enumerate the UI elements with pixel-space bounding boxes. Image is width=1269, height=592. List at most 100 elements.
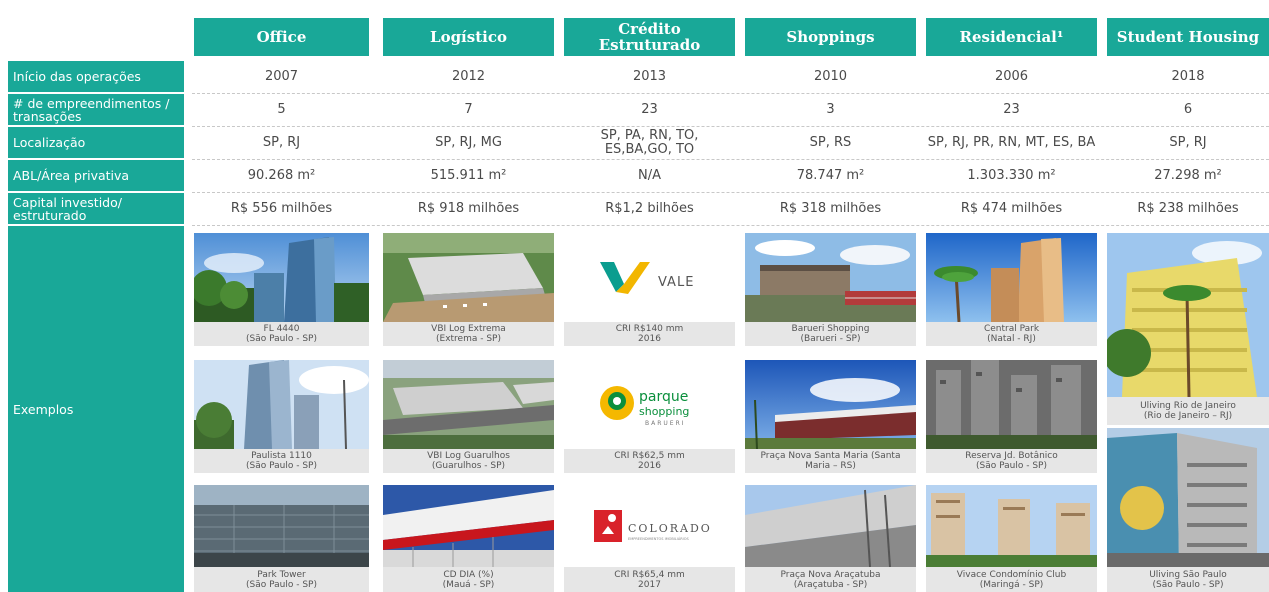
cell-inicio-logistico: 2012 xyxy=(451,69,486,84)
credito-caption-1: CRI R$140 mm 2016 xyxy=(564,322,735,346)
cell-abl-student: 27.298 m² xyxy=(1154,168,1222,183)
caption-location: 2016 xyxy=(638,334,661,344)
row-label-empreendimentos: # de empreendimentos / transações xyxy=(8,94,184,125)
office-caption-2: Paulista 1110 (São Paulo - SP) xyxy=(194,449,369,473)
shoppings-photo-aracatuba xyxy=(745,485,916,567)
cell-inicio-shoppings: 2010 xyxy=(813,69,848,84)
caption-location: (São Paulo - SP) xyxy=(246,579,317,590)
shoppings-caption-3: Praça Nova Araçatuba (Araçatuba - SP) xyxy=(745,567,916,592)
cell-capital-residencial: R$ 474 milhões xyxy=(960,201,1063,216)
cell-capital-shoppings: R$ 318 milhões xyxy=(779,201,882,216)
shoppings-photo-barueri xyxy=(745,233,916,322)
caption-title: VBI Log Extrema xyxy=(431,324,506,334)
colorado-logo-subtext: EMPREENDIMENTOS IMOBILIÁRIOS xyxy=(628,536,689,541)
row-label-inicio: Início das operações xyxy=(8,61,184,92)
office-caption-3: Park Tower (São Paulo - SP) xyxy=(194,567,369,592)
cell-localizacao-credito: SP, PA, RN, TO, ES,BA,GO, TO xyxy=(600,128,699,157)
residencial-photo-central-park xyxy=(926,233,1097,322)
shoppings-caption-1: Barueri Shopping (Barueri - SP) xyxy=(745,322,916,346)
logistico-caption-3: CD DIA (%) (Mauá - SP) xyxy=(383,567,554,592)
residencial-photo-reserva xyxy=(926,360,1097,449)
parque-shopping-logo: parque shopping BARUERI xyxy=(564,360,735,449)
caption-title: CRI R$65,4 mm xyxy=(614,569,685,580)
header-shoppings: Shoppings xyxy=(745,18,916,56)
cell-capital-student: R$ 238 milhões xyxy=(1137,201,1239,216)
office-photo-paulista xyxy=(194,360,369,449)
parque-logo-text: parque xyxy=(639,389,688,405)
colorado-logo-text: COLORADO xyxy=(628,522,710,535)
row-label-exemplos: Exemplos xyxy=(8,226,184,592)
cell-capital-logistico: R$ 918 milhões xyxy=(417,201,520,216)
caption-title: Uliving Rio de Janeiro xyxy=(1140,401,1236,411)
cell-capital-credito: R$1,2 bilhões xyxy=(605,201,694,216)
residencial-caption-2: Reserva Jd. Botânico (São Paulo - SP) xyxy=(926,449,1097,473)
caption-location: (Rio de Janeiro – RJ) xyxy=(1143,411,1233,421)
row-label-abl: ABL/Área privativa xyxy=(8,160,184,191)
caption-title: Reserva Jd. Botânico xyxy=(965,451,1058,461)
cell-inicio-credito: 2013 xyxy=(632,69,667,84)
row-label-capital: Capital investido/ estruturado xyxy=(8,193,184,224)
cell-empreendimentos-residencial: 23 xyxy=(1003,102,1020,117)
cell-empreendimentos-office: 5 xyxy=(277,102,286,117)
office-photo-fl4440 xyxy=(194,233,369,322)
cell-empreendimentos-logistico: 7 xyxy=(464,102,473,117)
cell-abl-logistico: 515.911 m² xyxy=(430,168,507,183)
caption-location: 2016 xyxy=(638,461,661,471)
caption-location: Maria – RS) xyxy=(805,461,856,471)
caption-title: Paulista 1110 xyxy=(251,451,312,461)
residencial-caption-1: Central Park (Natal - RJ) xyxy=(926,322,1097,346)
colorado-logo: COLORADO EMPREENDIMENTOS IMOBILIÁRIOS xyxy=(564,485,735,567)
caption-location: (Guarulhos - SP) xyxy=(431,461,506,471)
vale-logo-text: VALE xyxy=(658,275,694,290)
cell-empreendimentos-student: 6 xyxy=(1183,102,1193,117)
logistico-photo-guarulhos xyxy=(383,360,554,449)
cell-abl-residencial: 1.303.330 m² xyxy=(967,168,1056,183)
logistico-photo-cd-dia xyxy=(383,485,554,567)
student-caption-1: Uliving Rio de Janeiro (Rio de Janeiro –… xyxy=(1107,397,1269,425)
caption-title: Barueri Shopping xyxy=(791,324,870,334)
row-label-localizacao: Localização xyxy=(8,127,184,158)
office-caption-1: FL 4440 (São Paulo - SP) xyxy=(194,322,369,346)
shoppings-photo-santa-maria xyxy=(745,360,916,449)
cell-localizacao-student: SP, RJ xyxy=(1169,135,1207,150)
caption-location: (São Paulo - SP) xyxy=(976,461,1047,471)
logistico-photo-extrema xyxy=(383,233,554,322)
caption-title: CRI R$140 mm xyxy=(615,324,684,334)
header-office: Office xyxy=(194,18,369,56)
cell-empreendimentos-shoppings: 3 xyxy=(826,102,835,117)
cell-inicio-student: 2018 xyxy=(1171,69,1205,84)
shoppings-caption-2: Praça Nova Santa Maria (Santa Maria – RS… xyxy=(745,449,916,473)
caption-title: Uliving São Paulo xyxy=(1149,569,1227,580)
caption-title: Praça Nova Araçatuba xyxy=(780,569,881,580)
caption-title: FL 4440 xyxy=(263,324,300,334)
caption-title: Central Park xyxy=(983,324,1040,334)
caption-location: (Barueri - SP) xyxy=(800,334,861,344)
header-student-housing: Student Housing xyxy=(1107,18,1269,56)
cell-inicio-office: 2007 xyxy=(264,69,299,84)
caption-location: (Maringá - SP) xyxy=(979,579,1044,590)
credito-caption-2: CRI R$62,5 mm 2016 xyxy=(564,449,735,473)
caption-location: (São Paulo - SP) xyxy=(1152,579,1224,590)
cell-localizacao-office: SP, RJ xyxy=(262,135,301,150)
caption-title: VBI Log Guarulhos xyxy=(427,451,510,461)
caption-location: (São Paulo - SP) xyxy=(246,334,317,344)
cell-empreendimentos-credito: 23 xyxy=(641,102,658,117)
residencial-caption-3: Vivace Condomínio Club (Maringá - SP) xyxy=(926,567,1097,592)
caption-location: (São Paulo - SP) xyxy=(246,461,317,471)
cell-localizacao-shoppings: SP, RS xyxy=(809,135,852,150)
caption-title: Praça Nova Santa Maria (Santa xyxy=(760,451,901,461)
cell-abl-shoppings: 78.747 m² xyxy=(796,168,865,183)
caption-title: Vivace Condomínio Club xyxy=(956,569,1067,580)
cell-inicio-residencial: 2006 xyxy=(994,69,1029,84)
caption-location: (Araçatuba - SP) xyxy=(793,579,868,590)
cell-abl-office: 90.268 m² xyxy=(247,168,316,183)
header-credito: Crédito Estruturado xyxy=(564,18,735,56)
header-residencial: Residencial¹ xyxy=(926,18,1097,56)
caption-location: (Extrema - SP) xyxy=(436,334,501,344)
residencial-photo-vivace xyxy=(926,485,1097,567)
caption-location: 2017 xyxy=(638,579,661,590)
vale-logo: VALE xyxy=(564,233,735,322)
cell-abl-credito: N/A xyxy=(638,168,661,183)
student-photo-rio xyxy=(1107,233,1269,397)
logistico-caption-1: VBI Log Extrema (Extrema - SP) xyxy=(383,322,554,346)
